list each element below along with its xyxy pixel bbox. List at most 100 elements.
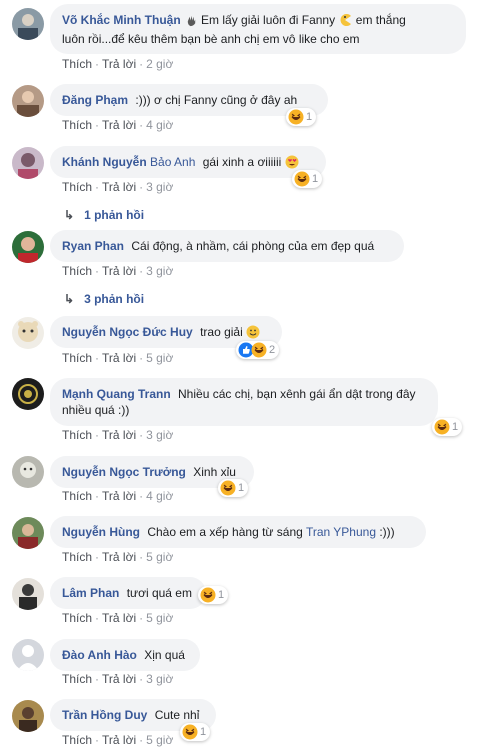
waving-hand-icon xyxy=(185,14,198,31)
reply-link[interactable]: Trả lời xyxy=(102,550,136,564)
comment-actions: Thích · Trả lời · 2 giờ xyxy=(62,57,174,71)
timestamp[interactable]: 3 giờ xyxy=(146,180,173,194)
comment-actions: Thích · Trả lời · 5 giờ xyxy=(62,733,174,747)
reply-link[interactable]: Trả lời xyxy=(102,264,136,278)
like-link[interactable]: Thích xyxy=(62,428,92,442)
like-link[interactable]: Thích xyxy=(62,611,92,625)
reaction-count: 1 xyxy=(306,111,313,123)
reply-arrow-icon: ↳ xyxy=(64,292,75,306)
avatar[interactable] xyxy=(12,378,44,410)
view-replies-link[interactable]: ↳ 3 phản hồi xyxy=(64,292,144,306)
reaction-badge[interactable]: 1 xyxy=(292,170,323,188)
comment-actions: Thích · Trả lời · 3 giờ xyxy=(62,264,174,278)
pacman-emoji-icon xyxy=(338,13,352,31)
reaction-count: 1 xyxy=(452,421,459,433)
haha-reaction-icon xyxy=(288,109,304,125)
timestamp[interactable]: 4 giờ xyxy=(146,118,173,132)
avatar[interactable] xyxy=(12,231,44,263)
comment-author[interactable]: Võ Khắc Minh Thuận xyxy=(62,13,181,27)
reply-link[interactable]: Trả lời xyxy=(102,57,136,71)
avatar[interactable] xyxy=(12,700,44,732)
reaction-badge[interactable]: 1 xyxy=(198,586,229,604)
comment-text: nhiều quá :)) xyxy=(62,403,130,417)
comment-actions: Thích · Trả lời · 3 giờ xyxy=(62,180,174,194)
comment-bubble: Lâm Phan tươi quá em xyxy=(50,577,206,609)
comment-bubble: Nguyễn Hùng Chào em a xếp hàng từ sáng T… xyxy=(50,516,426,548)
comment-author[interactable]: Đăng Phạm xyxy=(62,93,128,107)
like-link[interactable]: Thích xyxy=(62,733,92,747)
reaction-badge[interactable]: 1 xyxy=(180,723,211,741)
timestamp[interactable]: 3 giờ xyxy=(146,264,173,278)
reaction-badge[interactable]: 1 xyxy=(286,108,317,126)
comment-author[interactable]: Lâm Phan xyxy=(62,586,119,600)
comment-author[interactable]: Ryan Phan xyxy=(62,239,124,253)
like-link[interactable]: Thích xyxy=(62,264,92,278)
haha-reaction-icon xyxy=(294,171,310,187)
like-link[interactable]: Thích xyxy=(62,180,92,194)
avatar[interactable] xyxy=(12,456,44,488)
reply-link[interactable]: Trả lời xyxy=(102,351,136,365)
comment-text: gái xinh a ơiiiiii xyxy=(202,155,282,169)
comment-bubble: Đăng Phạm :))) ơ chị Fanny cũng ở đây ah xyxy=(50,84,328,116)
comment-actions: Thích · Trả lời · 4 giờ xyxy=(62,489,174,503)
reply-link[interactable]: Trả lời xyxy=(102,180,136,194)
timestamp[interactable]: 5 giờ xyxy=(146,733,173,747)
comment-bubble: Võ Khắc Minh Thuận Em lấy giải luôn đi F… xyxy=(50,4,466,54)
avatar[interactable] xyxy=(12,317,44,349)
reply-link[interactable]: Trả lời xyxy=(102,611,136,625)
view-replies-link[interactable]: ↳ 1 phản hồi xyxy=(64,208,144,222)
reaction-count: 1 xyxy=(218,589,225,601)
haha-reaction-icon xyxy=(251,342,267,358)
like-link[interactable]: Thích xyxy=(62,489,92,503)
mention-link[interactable]: Tran YPhung xyxy=(306,525,376,539)
reply-link[interactable]: Trả lời xyxy=(102,733,136,747)
comment-author[interactable]: Nguyễn Ngọc Trưởng xyxy=(62,465,186,479)
comment-author[interactable]: Nguyễn Hùng xyxy=(62,525,140,539)
like-link[interactable]: Thích xyxy=(62,118,92,132)
timestamp[interactable]: 3 giờ xyxy=(146,672,173,686)
timestamp[interactable]: 4 giờ xyxy=(146,489,173,503)
timestamp[interactable]: 5 giờ xyxy=(146,550,173,564)
reaction-count: 1 xyxy=(238,482,245,494)
comment-actions: Thích · Trả lời · 5 giờ xyxy=(62,351,174,365)
reaction-badge[interactable]: 2 xyxy=(236,341,280,359)
timestamp[interactable]: 5 giờ xyxy=(146,611,173,625)
like-link[interactable]: Thích xyxy=(62,57,92,71)
timestamp[interactable]: 5 giờ xyxy=(146,351,173,365)
reaction-count: 2 xyxy=(269,344,276,356)
reply-link[interactable]: Trả lời xyxy=(102,489,136,503)
comment-author[interactable]: Khánh Nguyễn Bảo Anh xyxy=(62,155,195,169)
timestamp[interactable]: 2 giờ xyxy=(146,57,173,71)
comment-text: tươi quá em xyxy=(126,586,192,600)
avatar[interactable] xyxy=(12,85,44,117)
comment-text: :))) xyxy=(379,525,395,539)
avatar[interactable] xyxy=(12,147,44,179)
comment-text: em thắng xyxy=(355,13,406,27)
haha-reaction-icon xyxy=(434,419,450,435)
like-link[interactable]: Thích xyxy=(62,550,92,564)
comment-author[interactable]: Mạnh Quang Trann xyxy=(62,387,171,401)
avatar[interactable] xyxy=(12,517,44,549)
comment-text: Xịn quá xyxy=(144,648,185,662)
avatar[interactable] xyxy=(12,578,44,610)
reply-link[interactable]: Trả lời xyxy=(102,428,136,442)
avatar[interactable] xyxy=(12,639,44,671)
timestamp[interactable]: 3 giờ xyxy=(146,428,173,442)
reaction-badge[interactable]: 1 xyxy=(432,418,463,436)
comment-text: Chào em a xếp hàng từ sáng xyxy=(147,525,303,539)
reaction-count: 1 xyxy=(200,726,207,738)
haha-reaction-icon xyxy=(182,724,198,740)
avatar[interactable] xyxy=(12,8,44,40)
comment-actions: Thích · Trả lời · 3 giờ xyxy=(62,672,174,686)
haha-reaction-icon xyxy=(220,480,236,496)
reaction-badge[interactable]: 1 xyxy=(218,479,249,497)
comment-author[interactable]: Đào Anh Hào xyxy=(62,648,137,662)
comment-bubble: Ryan Phan Cái động, à nhầm, cái phòng củ… xyxy=(50,230,404,262)
like-link[interactable]: Thích xyxy=(62,672,92,686)
comment-author[interactable]: Trần Hồng Duy xyxy=(62,708,147,722)
reply-link[interactable]: Trả lời xyxy=(102,118,136,132)
reply-link[interactable]: Trả lời xyxy=(102,672,136,686)
comment-text: luôn rồi...để kêu thêm bạn bè anh chị em… xyxy=(62,32,360,46)
comment-author[interactable]: Nguyễn Ngọc Đức Huy xyxy=(62,325,193,339)
like-link[interactable]: Thích xyxy=(62,351,92,365)
